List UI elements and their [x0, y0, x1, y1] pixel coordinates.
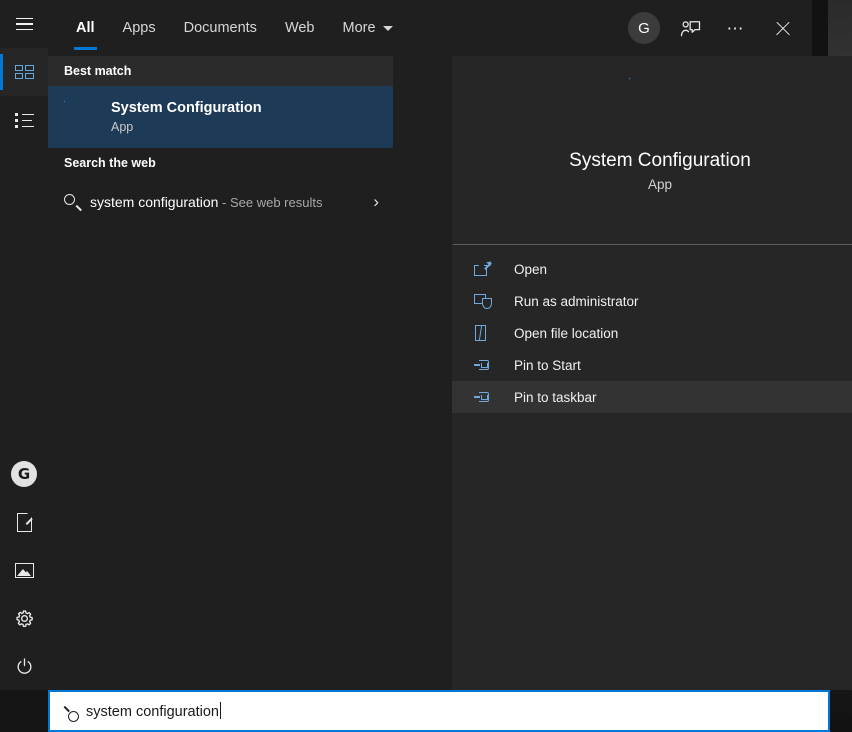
close-button[interactable] [760, 6, 804, 50]
ellipsis-icon: ⋯ [727, 20, 746, 37]
action-label: Pin to Start [514, 358, 581, 373]
preview-hero: System Configuration App [452, 56, 852, 244]
avatar-icon: G [11, 461, 37, 487]
search-query-text: system configuration [86, 704, 219, 720]
folder-icon [474, 323, 496, 343]
web-result-text: system configuration - See web results [90, 194, 373, 210]
tab-label: Web [285, 20, 315, 36]
web-result-suffix: - See web results [218, 195, 322, 210]
tab-label: Documents [184, 20, 257, 36]
search-filter-tabbar: All Apps Documents Web More [48, 0, 812, 56]
action-run-as-administrator[interactable]: Run as administrator [452, 285, 852, 317]
close-icon [775, 21, 790, 36]
result-text: System Configuration App [111, 99, 262, 136]
search-icon [64, 194, 90, 210]
tab-web[interactable]: Web [271, 0, 329, 56]
hamburger-icon [16, 18, 33, 31]
sidebar-item-all-apps[interactable] [0, 96, 48, 144]
best-match-header: Best match [48, 56, 393, 86]
preview-actions: Open Run as administrator Open file loca… [452, 245, 852, 413]
sidebar-item-pinned[interactable] [0, 48, 48, 96]
text-cursor [220, 702, 221, 719]
tab-apps[interactable]: Apps [109, 0, 170, 56]
action-label: Pin to taskbar [514, 390, 597, 405]
tab-label: Apps [123, 20, 156, 36]
action-pin-to-taskbar[interactable]: Pin to taskbar [452, 381, 852, 413]
tab-all[interactable]: All [62, 0, 109, 56]
results-column: Best match System Configuration App Sear… [48, 56, 393, 690]
power-icon [15, 657, 34, 676]
web-result-query: system configuration [90, 194, 218, 210]
search-flyout: G [0, 0, 830, 732]
tab-label: More [343, 20, 376, 36]
search-panel: All Apps Documents Web More [48, 0, 812, 690]
start-menu-rail: G [0, 0, 48, 690]
action-open-file-location[interactable]: Open file location [452, 317, 852, 349]
preview-pane: System Configuration App Open Run as adm… [452, 56, 852, 690]
rail-bottom-group: G [0, 450, 48, 690]
tab-active-underline [74, 47, 97, 50]
action-label: Run as administrator [514, 294, 639, 309]
list-icon [15, 113, 34, 128]
tab-list: All Apps Documents Web More [48, 0, 407, 56]
avatar: G [628, 12, 660, 44]
sidebar-item-power[interactable] [0, 642, 48, 690]
action-pin-to-start[interactable]: Pin to Start [452, 349, 852, 381]
web-result-row[interactable]: system configuration - See web results › [48, 178, 393, 226]
active-accent-bar [0, 54, 3, 90]
msconfig-icon [64, 101, 96, 133]
sidebar-item-settings[interactable] [0, 594, 48, 642]
search-the-web-header: Search the web [48, 148, 393, 178]
sidebar-item-pictures[interactable] [0, 546, 48, 594]
result-subtitle: App [111, 118, 262, 136]
chevron-right-icon: › [373, 192, 379, 212]
preview-title: System Configuration [569, 150, 751, 172]
result-title: System Configuration [111, 99, 262, 118]
result-item-system-configuration[interactable]: System Configuration App [48, 86, 393, 148]
open-icon [474, 259, 496, 279]
chevron-down-icon [383, 26, 393, 31]
tab-label: All [76, 20, 95, 36]
account-button[interactable]: G [622, 6, 666, 50]
preview-subtitle: App [648, 177, 672, 192]
sidebar-item-account[interactable]: G [0, 450, 48, 498]
pin-icon [474, 387, 496, 407]
sidebar-item-documents[interactable] [0, 498, 48, 546]
feedback-button[interactable] [668, 6, 712, 50]
rail-top-group [0, 0, 48, 144]
action-open[interactable]: Open [452, 253, 852, 285]
action-label: Open [514, 262, 547, 277]
tab-documents[interactable]: Documents [170, 0, 271, 56]
action-label: Open file location [514, 326, 618, 341]
grid-icon [15, 65, 34, 80]
sidebar-item-hamburger[interactable] [0, 0, 48, 48]
document-icon [17, 513, 32, 532]
search-input-value: system configuration [86, 702, 221, 720]
shield-icon [474, 291, 496, 311]
gear-icon [15, 609, 34, 628]
header-actions: G ⋯ [622, 0, 804, 56]
tab-more[interactable]: More [329, 0, 407, 56]
picture-icon [15, 563, 34, 578]
more-options-button[interactable]: ⋯ [714, 6, 758, 50]
feedback-icon [680, 19, 701, 38]
pin-icon [474, 355, 496, 375]
search-input[interactable]: system configuration [48, 690, 830, 732]
msconfig-icon [629, 78, 691, 136]
